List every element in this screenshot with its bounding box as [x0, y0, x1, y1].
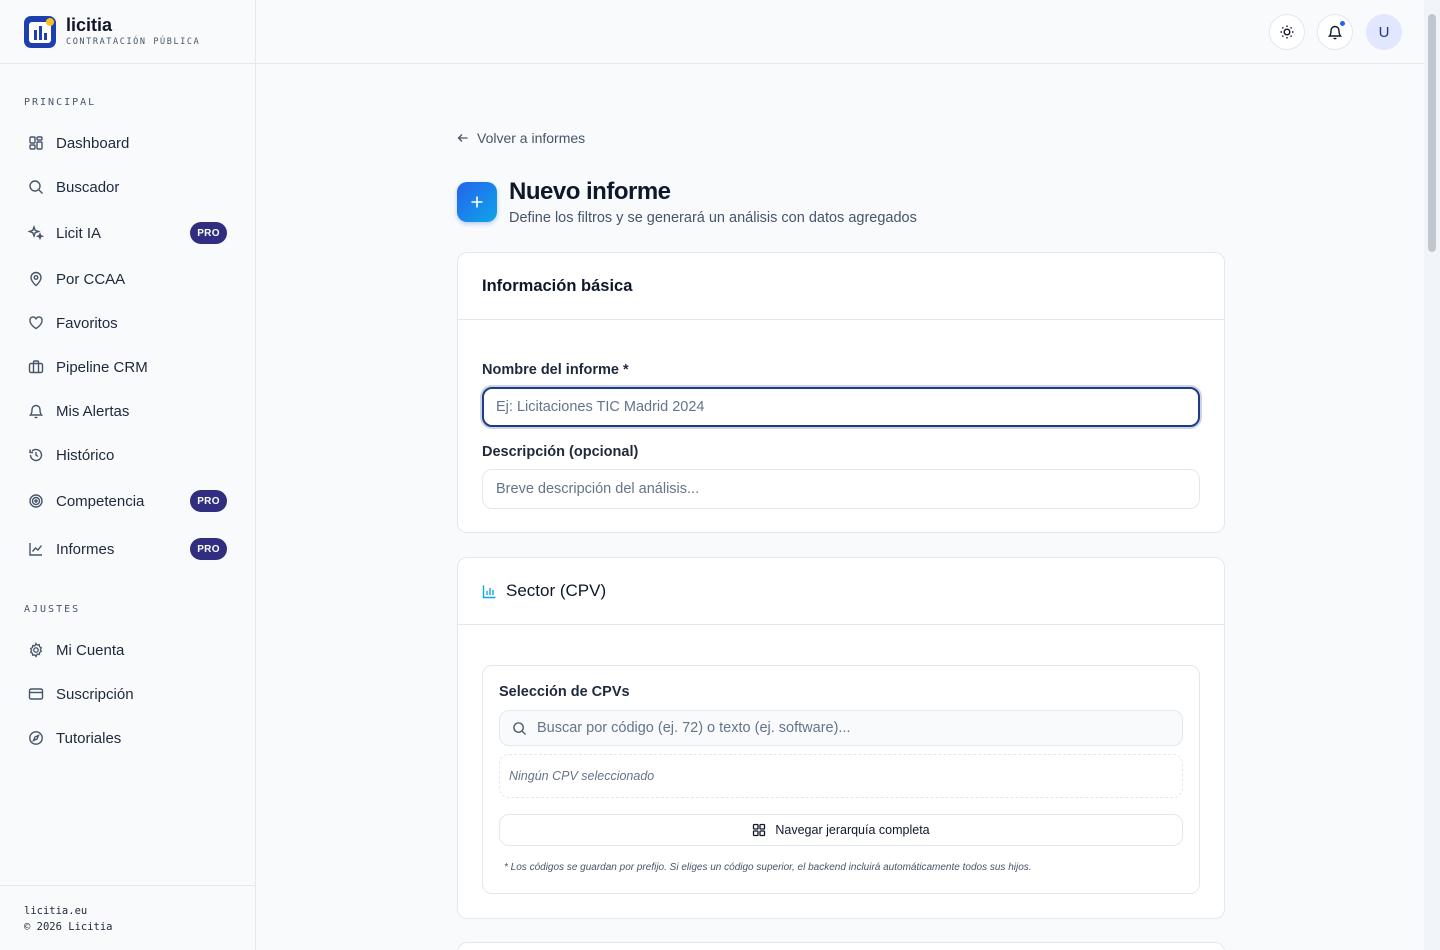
sidebar-item-mi-cuenta[interactable]: Mi Cuenta [24, 632, 232, 668]
sidebar-item-competencia[interactable]: Competencia PRO [24, 483, 232, 519]
brand[interactable]: licitia CONTRATACIÓN PÚBLICA [0, 0, 255, 64]
theme-toggle-button[interactable] [1269, 14, 1305, 50]
brand-name: licitia [66, 15, 113, 35]
sidebar-footer: licitia.eu © 2026 Licitia [0, 885, 255, 950]
sidebar-item-label: Tutoriales [56, 729, 122, 747]
dashboard-icon [28, 135, 44, 151]
pro-badge: PRO [190, 490, 227, 512]
sidebar-item-suscripcion[interactable]: Suscripción [24, 676, 232, 712]
sidebar-item-dashboard[interactable]: Dashboard [24, 125, 232, 161]
sidebar-item-label: Mi Cuenta [56, 641, 125, 659]
bell-icon [28, 403, 44, 419]
sun-icon [1279, 24, 1295, 40]
search-icon [512, 721, 527, 736]
map-pin-icon [28, 271, 44, 287]
section-title-ajustes: AJUSTES [24, 604, 81, 615]
footer-copyright: © 2026 Licitia [24, 921, 113, 933]
page-title: Nuevo informe [509, 178, 671, 205]
cpv-search-input[interactable] [537, 720, 1157, 736]
basic-info-heading: Información básica [458, 253, 1224, 320]
footer-site: licitia.eu [24, 905, 88, 917]
brand-subtitle: CONTRATACIÓN PÚBLICA [66, 37, 201, 47]
top-bar: U [256, 0, 1424, 64]
sidebar-item-label: Por CCAA [56, 270, 126, 288]
sector-card: Sector (CPV) Selección de CPVs Ningún CP… [457, 557, 1225, 919]
search-icon [28, 179, 44, 195]
licitia-logo-icon [24, 15, 56, 48]
page-subtitle: Define los filtros y se generará un anál… [509, 210, 917, 226]
sidebar-item-label: Informes [56, 540, 115, 558]
browse-hierarchy-button[interactable]: Navegar jerarquía completa [499, 814, 1183, 846]
grid-icon [752, 823, 766, 837]
sparkles-icon [28, 225, 44, 241]
pro-badge: PRO [190, 538, 227, 560]
sidebar-item-label: Competencia [56, 492, 145, 510]
arrow-left-icon [457, 132, 469, 144]
description-input[interactable] [482, 469, 1200, 509]
sidebar: licitia CONTRATACIÓN PÚBLICA PRINCIPAL D… [0, 0, 256, 950]
sidebar-item-pipeline-crm[interactable]: Pipeline CRM [24, 349, 232, 385]
plus-icon [457, 182, 497, 222]
notifications-button[interactable] [1317, 14, 1353, 50]
report-name-input[interactable] [482, 387, 1200, 427]
sidebar-item-label: Licit IA [56, 224, 102, 242]
sidebar-item-label: Histórico [56, 446, 115, 464]
sidebar-item-favoritos[interactable]: Favoritos [24, 305, 232, 341]
sidebar-item-label: Mis Alertas [56, 402, 130, 420]
section-title-principal: PRINCIPAL [24, 97, 97, 108]
sidebar-item-mis-alertas[interactable]: Mis Alertas [24, 393, 232, 429]
sidebar-item-label: Suscripción [56, 685, 134, 703]
sidebar-item-tutoriales[interactable]: Tutoriales [24, 720, 232, 756]
briefcase-icon [28, 359, 44, 375]
cpv-selection-label: Selección de CPVs [499, 684, 630, 700]
page-scrollbar[interactable] [1424, 0, 1440, 950]
pro-badge: PRO [190, 222, 227, 244]
bar-chart-icon [482, 584, 497, 599]
back-link-label: Volver a informes [477, 130, 586, 146]
sector-heading: Sector (CPV) [458, 558, 1224, 625]
next-card [457, 942, 1225, 950]
report-name-label: Nombre del informe * [482, 362, 629, 378]
sidebar-item-label: Pipeline CRM [56, 358, 148, 376]
user-avatar[interactable]: U [1366, 14, 1402, 50]
sector-heading-label: Sector (CPV) [506, 581, 607, 600]
browse-hierarchy-label: Navegar jerarquía completa [775, 823, 930, 837]
sidebar-item-historico[interactable]: Histórico [24, 437, 232, 473]
gear-icon [28, 642, 44, 658]
description-label: Descripción (opcional) [482, 444, 639, 460]
compass-icon [28, 730, 44, 746]
chart-line-icon [28, 541, 44, 557]
sidebar-item-label: Dashboard [56, 134, 130, 152]
sidebar-item-buscador[interactable]: Buscador [24, 169, 232, 205]
history-icon [28, 447, 44, 463]
sidebar-item-por-ccaa[interactable]: Por CCAA [24, 261, 232, 297]
sidebar-item-licit-ia[interactable]: Licit IA PRO [24, 215, 232, 251]
cpv-prefix-note: * Los códigos se guardan por prefijo. Si… [504, 862, 1032, 873]
sidebar-item-informes[interactable]: Informes PRO [24, 531, 232, 567]
back-to-reports-link[interactable]: Volver a informes [457, 130, 585, 146]
cpv-empty-state: Ningún CPV seleccionado [499, 754, 1183, 798]
cpv-selection-box: Selección de CPVs Ningún CPV seleccionad… [482, 665, 1200, 894]
target-icon [28, 493, 44, 509]
cpv-search-field[interactable] [499, 710, 1183, 746]
scrollbar-thumb[interactable] [1428, 14, 1436, 252]
basic-info-card: Información básica Nombre del informe * … [457, 252, 1225, 533]
sidebar-item-label: Buscador [56, 178, 120, 196]
credit-card-icon [28, 686, 44, 702]
heart-icon [28, 315, 44, 331]
notification-dot [1339, 20, 1346, 27]
sidebar-item-label: Favoritos [56, 314, 118, 332]
